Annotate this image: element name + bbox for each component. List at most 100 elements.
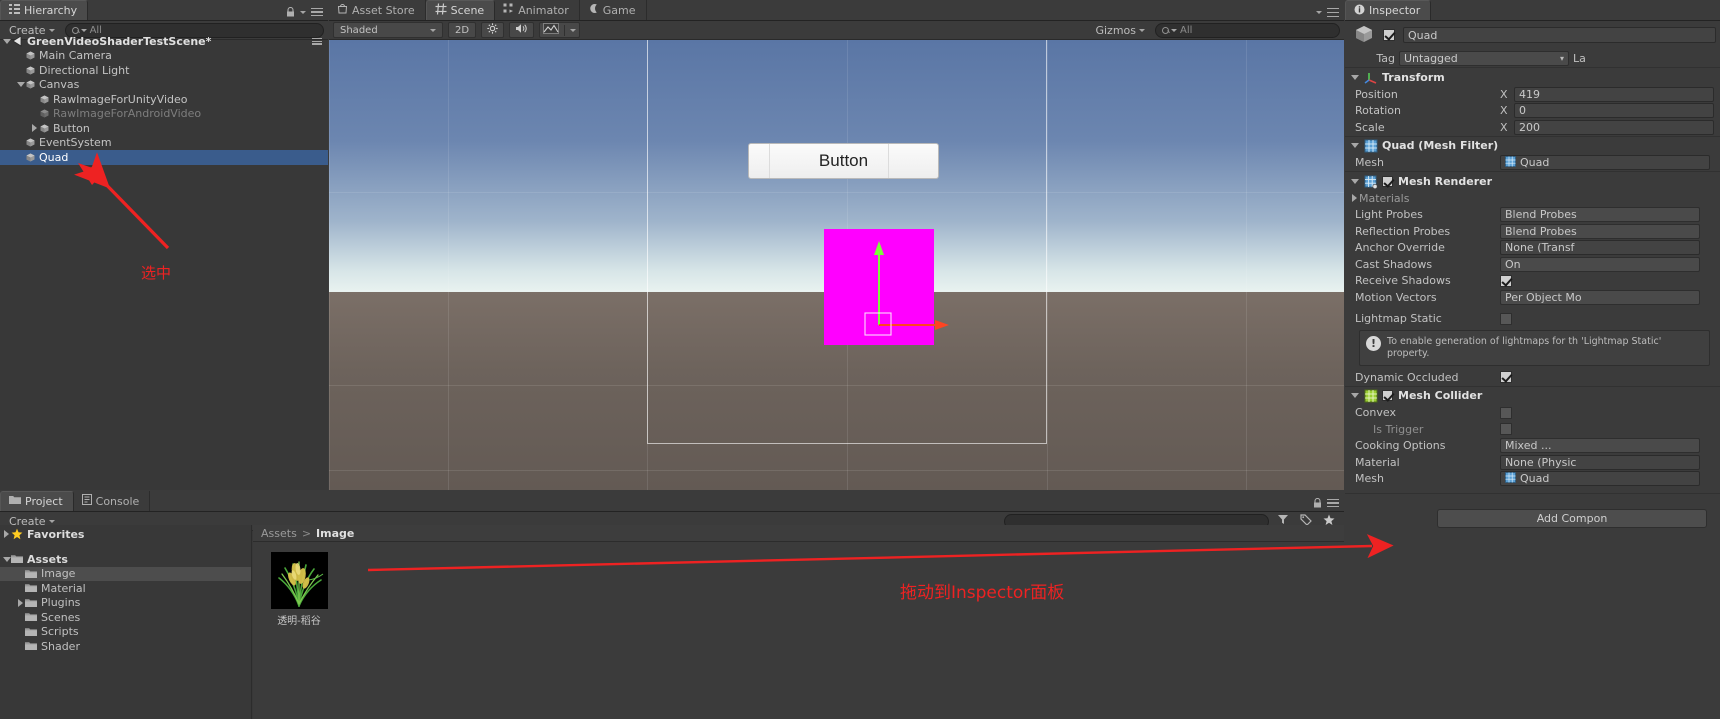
tab-asset-store[interactable]: Asset Store — [329, 0, 426, 20]
add-component-button[interactable]: Add Compon — [1437, 509, 1707, 528]
move-gizmo[interactable] — [799, 195, 969, 355]
hierarchy-item-main-camera[interactable]: Main Camera — [0, 49, 328, 64]
object-enabled-checkbox[interactable] — [1383, 29, 1395, 41]
scene-audio-toggle[interactable] — [509, 22, 535, 38]
hierarchy-panel: Hierarchy Create All GreenVideoShaderTes… — [0, 0, 328, 490]
tab-inspector[interactable]: Inspector — [1345, 0, 1432, 20]
component-header-mesh-renderer[interactable]: Mesh Renderer — [1345, 171, 1720, 190]
tab-console[interactable]: Console — [73, 491, 151, 511]
scene-viewport[interactable]: Button — [329, 40, 1344, 490]
panel-menu-icon[interactable] — [1327, 498, 1339, 508]
tab-animator[interactable]: Animator — [495, 0, 580, 20]
hierarchy-item-quad[interactable]: Quad — [0, 150, 328, 165]
chevron-down-icon[interactable] — [2, 556, 11, 562]
hierarchy-item-label: Quad — [39, 150, 69, 164]
mesh-collider-icon — [1364, 389, 1378, 403]
mesh-field[interactable]: Quad — [1500, 471, 1700, 487]
transform-field-x[interactable]: 200 — [1514, 119, 1714, 135]
materials-row[interactable]: Materials — [1345, 190, 1720, 207]
scene-button-widget[interactable]: Button — [748, 143, 939, 179]
project-tree-item-scripts[interactable]: Scripts — [0, 625, 251, 640]
rice-texture-thumbnail — [270, 552, 328, 609]
component-header-mesh-filter[interactable]: Quad (Mesh Filter) — [1345, 135, 1720, 155]
chevron-down-icon[interactable] — [1350, 393, 1359, 398]
anchor-override-field[interactable]: None (Transf — [1500, 240, 1700, 256]
mesh-renderer-enabled-checkbox[interactable] — [1382, 175, 1393, 187]
panel-menu-icon[interactable] — [311, 7, 323, 17]
chevron-right-icon[interactable] — [1350, 194, 1359, 203]
transform-field-x[interactable]: 419 — [1514, 86, 1714, 102]
receive-shadows-checkbox[interactable] — [1500, 274, 1512, 287]
inspector-tabbar: Inspector — [1345, 0, 1720, 21]
chevron-right-icon[interactable] — [30, 124, 39, 133]
materials-label: Materials — [1359, 191, 1410, 205]
inspector-panel: Inspector Quad Tag Untagged ▾ La Transfo… — [1345, 0, 1720, 719]
mesh-collider-enabled-checkbox[interactable] — [1382, 390, 1393, 401]
breadcrumb-root[interactable]: Assets — [261, 527, 297, 540]
dynamic-occluded-checkbox[interactable] — [1500, 371, 1512, 384]
toggle-2d-label: 2D — [455, 24, 470, 36]
tab-hierarchy-label: Hierarchy — [24, 4, 78, 17]
hierarchy-item-rawimageforandroidvideo[interactable]: RawImageForAndroidVideo — [0, 107, 328, 122]
project-favorites-row[interactable]: Favorites — [0, 525, 251, 543]
project-tree-item-shader[interactable]: Shader — [0, 639, 251, 654]
chevron-down-icon[interactable] — [16, 82, 25, 88]
chevron-down-icon[interactable] — [1350, 143, 1359, 148]
chevron-down-icon — [570, 28, 577, 32]
scene-lighting-toggle[interactable] — [481, 22, 505, 38]
scene-menu-icon[interactable] — [312, 37, 322, 45]
chevron-right-icon[interactable] — [16, 598, 25, 607]
scene-fx-dropdown[interactable] — [539, 22, 581, 38]
hierarchy-item-canvas[interactable]: Canvas — [0, 78, 328, 93]
scene-search-input[interactable]: All — [1155, 22, 1340, 38]
convex-checkbox[interactable] — [1500, 406, 1512, 419]
object-name-field[interactable]: Quad — [1403, 27, 1716, 43]
tag-dropdown[interactable]: Untagged ▾ — [1399, 50, 1569, 66]
hierarchy-item-directional-light[interactable]: Directional Light — [0, 63, 328, 78]
asset-tile[interactable]: 透明-稻谷 — [263, 552, 335, 627]
tab-project[interactable]: Project — [0, 491, 74, 511]
lock-icon[interactable] — [1313, 497, 1322, 508]
lightmap-static-label: Lightmap Static — [1355, 312, 1442, 326]
chevron-down-icon[interactable] — [2, 38, 11, 44]
hierarchy-tabbar: Hierarchy — [0, 0, 328, 21]
breadcrumb-current[interactable]: Image — [316, 527, 354, 540]
light-probes-dropdown[interactable]: Blend Probes — [1500, 207, 1700, 223]
chevron-down-icon[interactable] — [1350, 178, 1359, 184]
is-trigger-checkbox[interactable] — [1500, 423, 1512, 436]
panel-menu-icon[interactable] — [1327, 8, 1339, 17]
hierarchy-item-rawimageforunityvideo[interactable]: RawImageForUnityVideo — [0, 92, 328, 107]
reflection-probes-dropdown[interactable]: Blend Probes — [1500, 223, 1700, 239]
cooking-options-dropdown[interactable]: Mixed ... — [1500, 438, 1700, 454]
axis-label-x: X — [1500, 120, 1508, 134]
chevron-down-icon[interactable] — [1350, 74, 1359, 80]
lock-icon[interactable] — [286, 6, 295, 17]
project-tree-item-plugins[interactable]: Plugins — [0, 596, 251, 611]
project-tree-item-image[interactable]: Image — [0, 566, 251, 581]
motion-vectors-dropdown[interactable]: Per Object Mo — [1500, 289, 1700, 305]
chevron-down-icon[interactable] — [300, 10, 306, 14]
chevron-down-icon[interactable] — [1316, 11, 1322, 14]
mesh-filter-mesh-field[interactable]: Quad — [1500, 155, 1710, 171]
material-field[interactable]: None (Physic — [1500, 454, 1700, 470]
toggle-2d-button[interactable]: 2D — [448, 22, 477, 38]
project-tree-item-assets[interactable]: Assets — [0, 552, 251, 567]
hierarchy-item-button[interactable]: Button — [0, 121, 328, 136]
tab-game[interactable]: Game — [579, 0, 647, 20]
tab-scene[interactable]: Scene — [425, 0, 496, 20]
project-tree-item-material[interactable]: Material — [0, 581, 251, 596]
project-tree-item-scenes[interactable]: Scenes — [0, 610, 251, 625]
gizmos-dropdown[interactable]: Gizmos — [1090, 22, 1150, 38]
cast-shadows-dropdown[interactable]: On — [1500, 256, 1700, 272]
component-header-transform[interactable]: Transform — [1345, 67, 1720, 86]
transform-field-x[interactable]: 0 — [1514, 103, 1714, 119]
lightmap-static-checkbox[interactable] — [1500, 312, 1512, 325]
component-header-mesh-collider[interactable]: Mesh Collider — [1345, 385, 1720, 405]
hierarchy-scene-row[interactable]: GreenVideoShaderTestScene* — [0, 34, 328, 49]
hierarchy-item-eventsystem[interactable]: EventSystem — [0, 136, 328, 151]
tab-label: Project — [25, 495, 63, 508]
chevron-right-icon[interactable] — [2, 530, 11, 538]
draw-mode-dropdown[interactable]: Shaded — [333, 22, 443, 38]
scene-view-panel: Asset Store Scene Animator Game Shaded 2D — [329, 0, 1344, 490]
tab-hierarchy[interactable]: Hierarchy — [0, 0, 89, 20]
